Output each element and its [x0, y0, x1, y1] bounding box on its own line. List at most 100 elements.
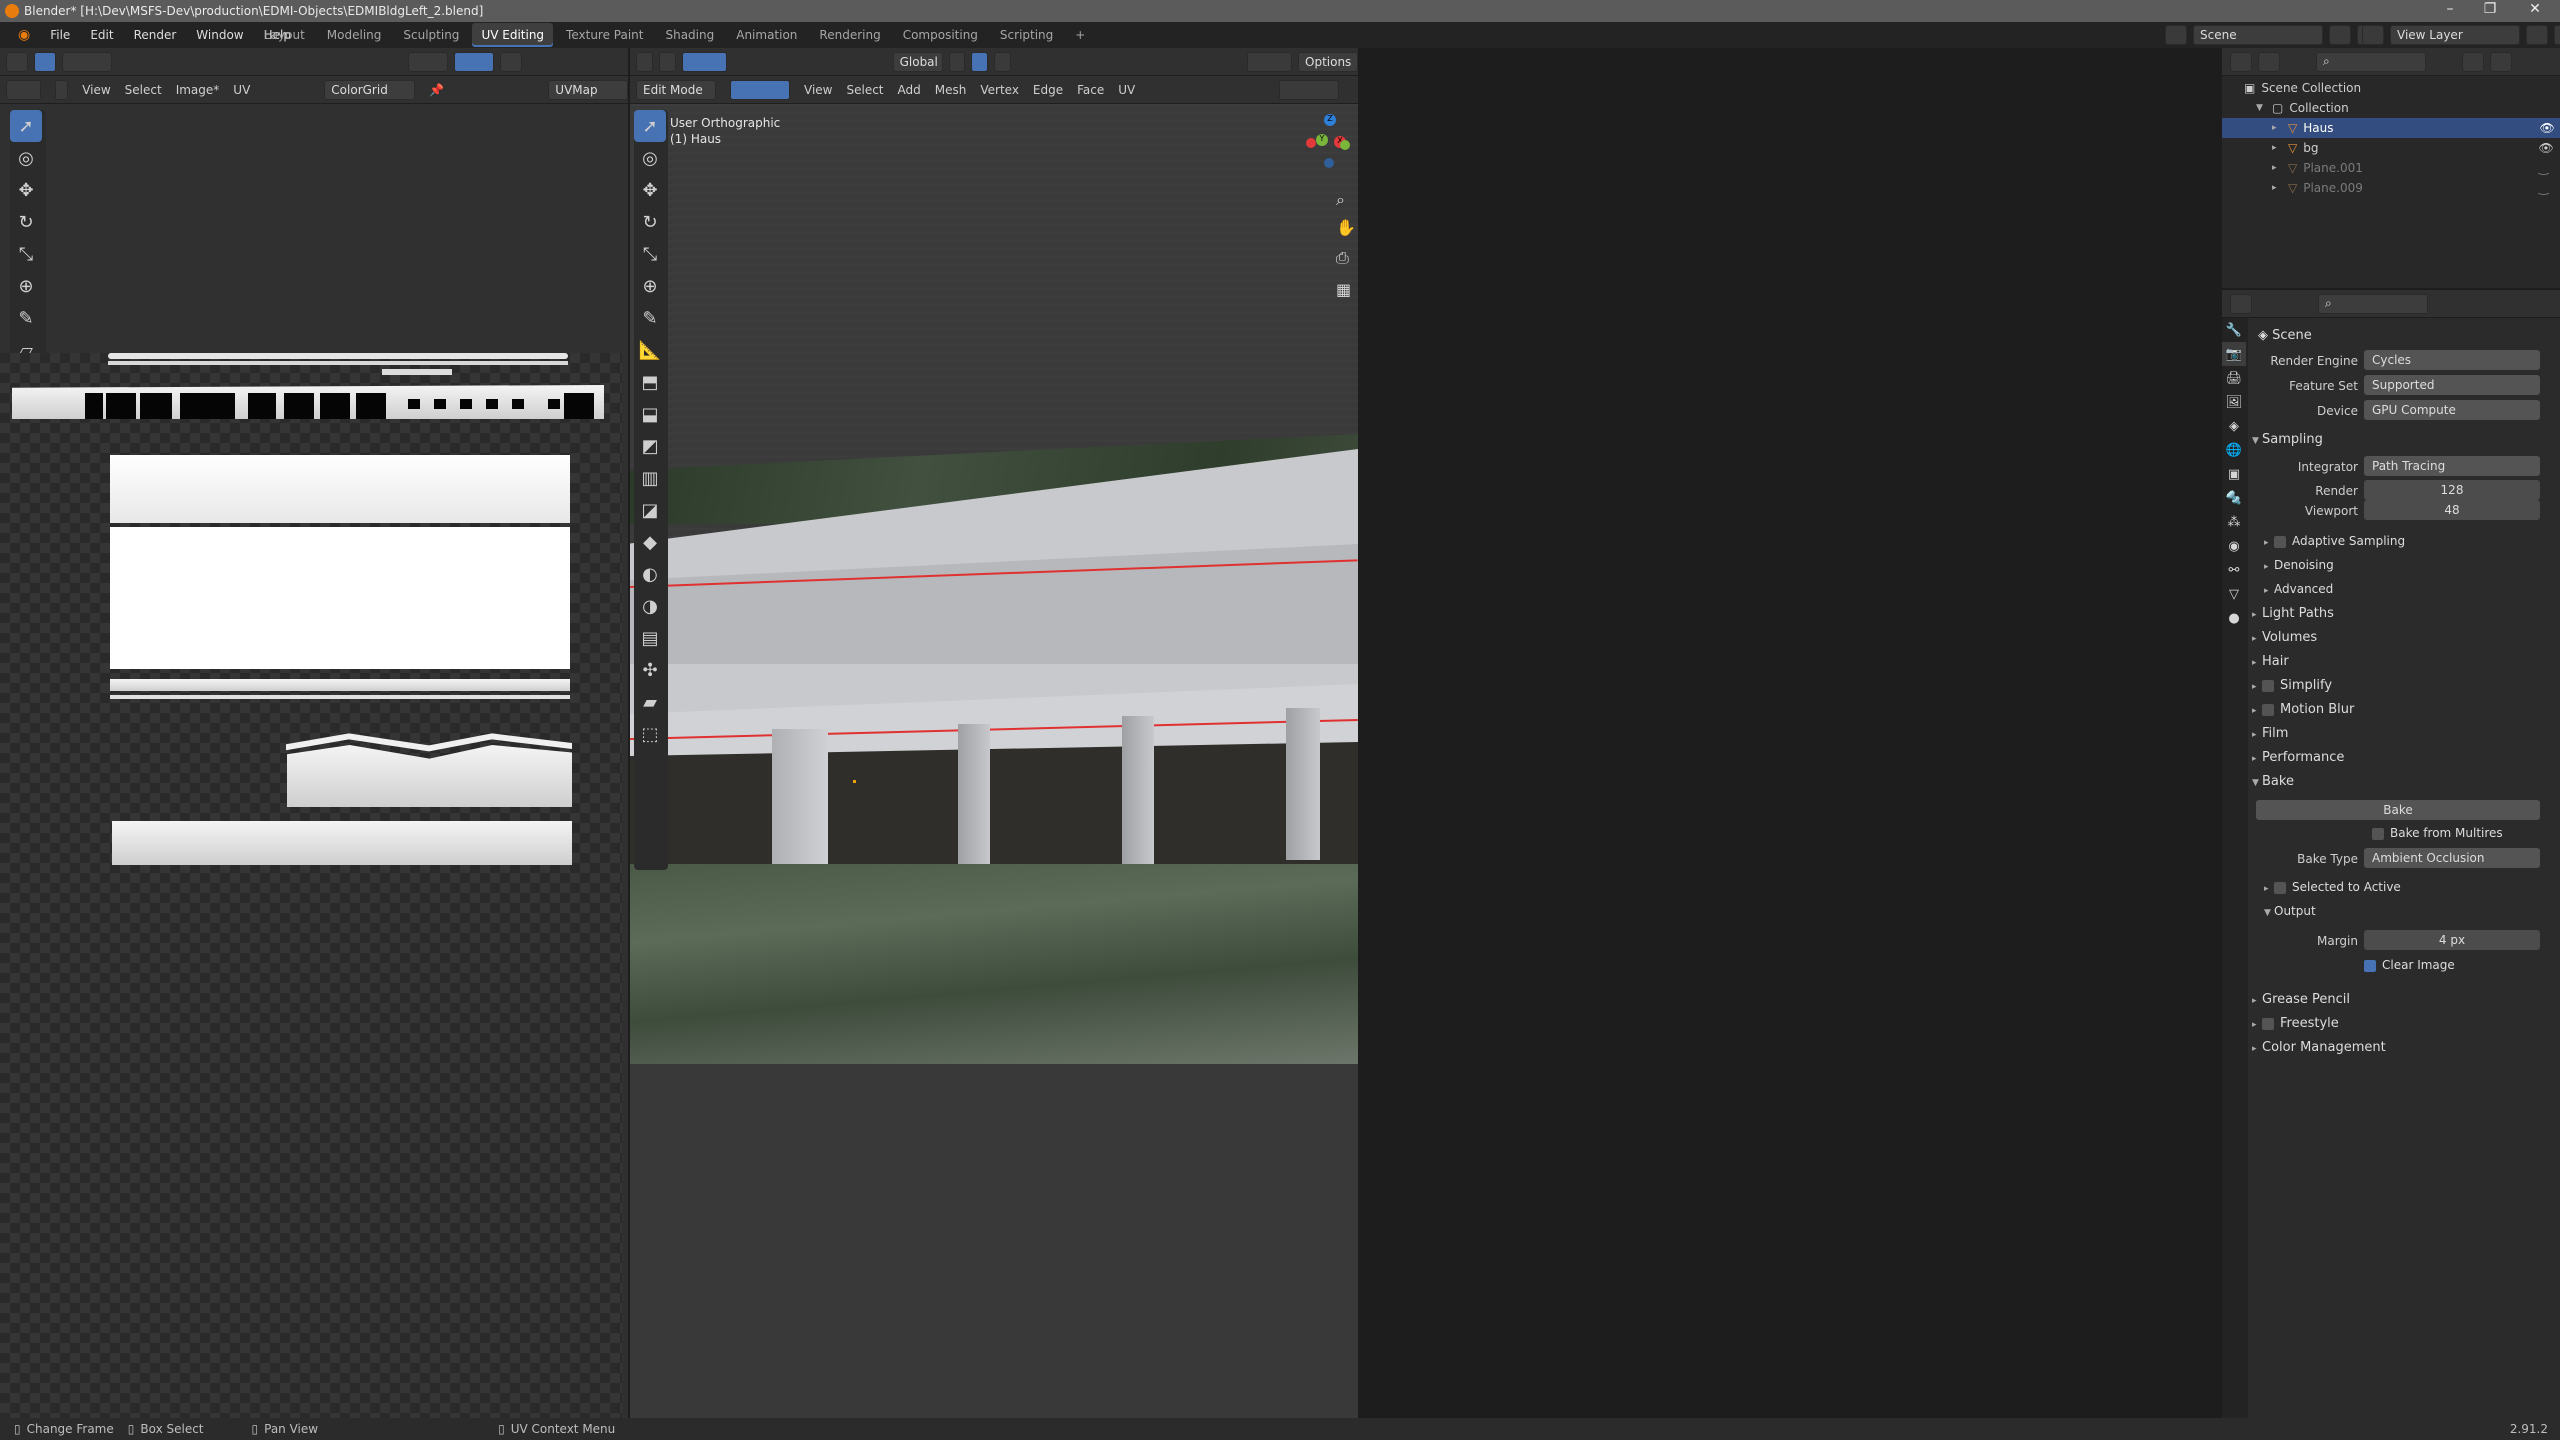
outliner-item-haus[interactable]: ▸ ▽ Haus 👁: [2222, 118, 2560, 138]
uv-island[interactable]: [110, 679, 570, 691]
tab-animation[interactable]: Animation: [727, 23, 806, 47]
spin-tool-icon[interactable]: ◐: [634, 558, 666, 590]
scene-field[interactable]: Scene: [2193, 25, 2323, 45]
viewport-shading-icon[interactable]: [1279, 79, 1340, 100]
outliner-collection[interactable]: ▼ ▢ Collection: [2244, 98, 2560, 118]
simplify-panel[interactable]: ▸ Simplify: [2252, 678, 2332, 693]
viewport-menu-view[interactable]: View: [804, 83, 832, 97]
shrink-fatten-tool-icon[interactable]: ✣: [634, 654, 666, 686]
denoising-panel[interactable]: ▸ Denoising: [2264, 558, 2334, 572]
mode-dropdown[interactable]: Edit Mode: [636, 79, 716, 100]
volumes-panel[interactable]: ▸ Volumes: [2252, 630, 2317, 645]
sampling-panel-header[interactable]: ▼ Sampling: [2252, 432, 2323, 447]
select-tool-icon[interactable]: ➚: [10, 110, 42, 142]
bake-panel-header[interactable]: ▼ Bake: [2252, 774, 2294, 789]
outliner-item-plane001[interactable]: ▸ ▽ Plane.001 ‿: [2244, 158, 2560, 178]
physics-tab-icon[interactable]: ◉: [2222, 534, 2246, 558]
freestyle-checkbox[interactable]: [2262, 1017, 2274, 1030]
grease-pencil-panel[interactable]: ▸ Grease Pencil: [2252, 992, 2350, 1007]
particles-tab-icon[interactable]: ⁂: [2222, 510, 2246, 534]
tab-layout[interactable]: Layout: [255, 23, 314, 47]
uv-mode-icon[interactable]: [6, 79, 41, 100]
gizmo-neg-x-axis[interactable]: [1306, 138, 1316, 148]
selected-to-active-checkbox[interactable]: [2274, 881, 2286, 894]
knife-tool-icon[interactable]: ◪: [634, 494, 666, 526]
scale-tool-icon[interactable]: ⤡: [10, 238, 42, 270]
device-dropdown[interactable]: GPU Compute: [2364, 400, 2540, 420]
viewport-menu-edge[interactable]: Edge: [1033, 83, 1063, 97]
transform-tool-icon[interactable]: ⊕: [10, 270, 42, 302]
uv-island[interactable]: [382, 369, 452, 375]
menu-file[interactable]: File: [50, 28, 70, 42]
navigation-gizmo[interactable]: Z Y X: [1300, 114, 1360, 174]
uv-island[interactable]: [108, 353, 568, 359]
extrude-tool-icon[interactable]: ⬒: [634, 366, 666, 398]
view-layer-icon[interactable]: [2362, 25, 2384, 45]
uv-island-base[interactable]: [112, 821, 572, 865]
image-name-field[interactable]: ColorGrid: [324, 79, 416, 100]
hidden-eye-icon[interactable]: ‿: [2539, 161, 2549, 175]
scene-icon[interactable]: [2165, 25, 2187, 45]
view-layer-field[interactable]: View Layer: [2390, 25, 2520, 45]
viewport-scene[interactable]: [630, 104, 1358, 1440]
loop-cut-tool-icon[interactable]: ▥: [634, 462, 666, 494]
bake-from-multires-option[interactable]: Bake from Multires: [2372, 826, 2503, 840]
motion-blur-checkbox[interactable]: [2262, 703, 2274, 716]
add-workspace-button[interactable]: +: [1066, 23, 1094, 47]
tab-texture-paint[interactable]: Texture Paint: [557, 23, 652, 47]
rotate-tool-icon[interactable]: ↻: [10, 206, 42, 238]
filter-icon[interactable]: [2462, 51, 2484, 72]
vp-scale-tool-icon[interactable]: ⤡: [634, 238, 666, 270]
render-tab-icon[interactable]: 📷: [2222, 342, 2246, 366]
orientation-dropdown[interactable]: Global: [892, 51, 943, 72]
visibility-eye-icon[interactable]: 👁: [2538, 141, 2553, 155]
outliner-search-input[interactable]: ⌕: [2316, 51, 2426, 72]
material-tab-icon[interactable]: ●: [2222, 606, 2246, 630]
vp-transform-tool-icon[interactable]: ⊕: [634, 270, 666, 302]
new-collection-icon[interactable]: [2490, 51, 2512, 72]
scene-new-icon[interactable]: [2329, 25, 2351, 45]
outliner-editor-type-icon[interactable]: [2230, 51, 2252, 72]
annotate-tool-icon[interactable]: ✎: [10, 302, 42, 334]
minimize-button[interactable]: –: [2430, 1, 2470, 21]
integrator-dropdown[interactable]: Path Tracing: [2364, 456, 2540, 476]
cursor-tool-icon[interactable]: ◎: [10, 142, 42, 174]
vp-rotate-tool-icon[interactable]: ↻: [634, 206, 666, 238]
viewport-menu-select[interactable]: Select: [846, 83, 883, 97]
outliner-item-bg[interactable]: ▸ ▽ bg 👁: [2244, 138, 2560, 158]
color-management-panel[interactable]: ▸ Color Management: [2252, 1040, 2386, 1055]
viewport-select-icon[interactable]: [658, 51, 676, 72]
view-layer-delete-icon[interactable]: [2554, 25, 2560, 45]
uv-island-wall-main[interactable]: [110, 527, 570, 669]
viewport-menu-face[interactable]: Face: [1077, 83, 1104, 97]
adaptive-sampling-checkbox[interactable]: [2274, 535, 2286, 548]
tab-shading[interactable]: Shading: [656, 23, 723, 47]
uv-menu-uv[interactable]: UV: [233, 83, 250, 97]
selected-to-active-panel[interactable]: ▸ Selected to Active: [2264, 880, 2401, 894]
render-samples-field[interactable]: 128: [2364, 480, 2540, 500]
uvmap-field[interactable]: UVMap: [548, 79, 629, 100]
clear-image-checkbox[interactable]: [2364, 959, 2376, 972]
options-dropdown[interactable]: Options: [1298, 51, 1358, 72]
view-layer-tab-icon[interactable]: 🖼: [2222, 390, 2246, 414]
pivot-icon[interactable]: [408, 51, 448, 72]
bevel-tool-icon[interactable]: ◩: [634, 430, 666, 462]
proportional-edit-icon[interactable]: [994, 51, 1012, 72]
mesh-select-mode-icon[interactable]: [730, 79, 790, 100]
adaptive-sampling-panel[interactable]: ▸ Adaptive Sampling: [2264, 534, 2405, 548]
output-tab-icon[interactable]: 🖨: [2222, 366, 2246, 390]
poly-build-tool-icon[interactable]: ◆: [634, 526, 666, 558]
move-tool-icon[interactable]: ✥: [10, 174, 42, 206]
tab-scripting[interactable]: Scripting: [991, 23, 1062, 47]
tab-sculpting[interactable]: Sculpting: [394, 23, 468, 47]
performance-panel[interactable]: ▸ Performance: [2252, 750, 2344, 765]
select-box-mode-icon[interactable]: [681, 51, 727, 72]
hair-panel[interactable]: ▸ Hair: [2252, 654, 2289, 669]
vp-move-tool-icon[interactable]: ✥: [634, 174, 666, 206]
snap-icon[interactable]: [454, 51, 494, 72]
vp-measure-tool-icon[interactable]: 📐: [634, 334, 666, 366]
vp-annotate-tool-icon[interactable]: ✎: [634, 302, 666, 334]
vp-grid-icon[interactable]: ▦: [1336, 280, 1351, 299]
gizmo-y-axis[interactable]: Y: [1316, 134, 1328, 146]
output-panel[interactable]: ▼ Output: [2264, 904, 2316, 918]
